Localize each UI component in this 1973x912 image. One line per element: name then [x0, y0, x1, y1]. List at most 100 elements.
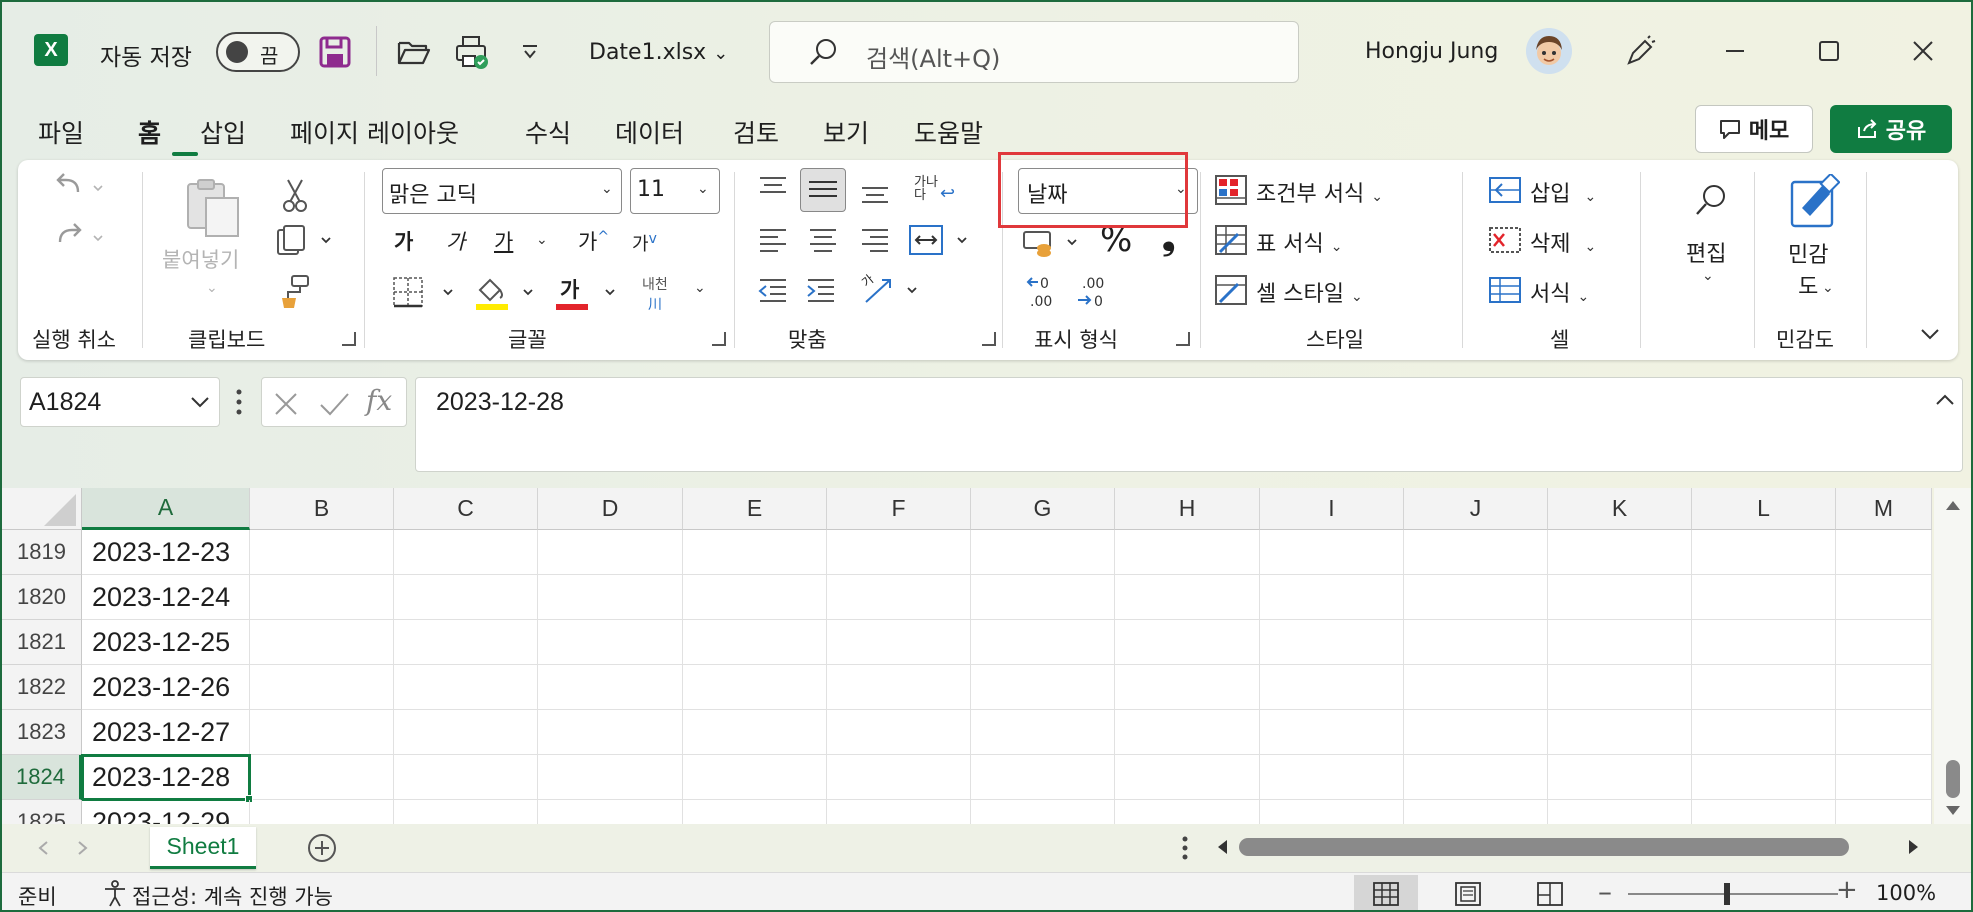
cell-empty[interactable]	[827, 575, 971, 620]
cell-empty[interactable]	[1836, 575, 1932, 620]
merge-center-icon[interactable]	[908, 222, 978, 264]
cell-empty[interactable]	[971, 665, 1115, 710]
cell-empty[interactable]	[1115, 710, 1260, 755]
copy-icon[interactable]	[276, 224, 336, 264]
print-preview-icon[interactable]	[452, 32, 492, 72]
cell-empty[interactable]	[250, 530, 394, 575]
grow-font-button[interactable]: 가^	[578, 226, 609, 256]
column-header-b[interactable]: B	[250, 488, 394, 530]
cut-icon[interactable]	[280, 178, 310, 220]
cell-empty[interactable]	[394, 800, 538, 824]
tab-file[interactable]: 파일	[38, 114, 84, 150]
column-header-e[interactable]: E	[683, 488, 827, 530]
scroll-down-icon[interactable]	[1944, 804, 1962, 818]
delete-cells-icon[interactable]	[1488, 224, 1522, 262]
column-header-d[interactable]: D	[538, 488, 683, 530]
cell-empty[interactable]	[1692, 665, 1836, 710]
column-header-j[interactable]: J	[1404, 488, 1548, 530]
zoom-slider-thumb[interactable]	[1724, 883, 1730, 905]
cell-empty[interactable]	[971, 755, 1115, 800]
align-left-icon[interactable]	[756, 224, 792, 264]
insert-function-icon[interactable]: fx	[366, 384, 392, 417]
vertical-scroll-thumb[interactable]	[1946, 760, 1960, 798]
cell-empty[interactable]	[971, 800, 1115, 824]
cell-empty[interactable]	[394, 530, 538, 575]
cancel-icon[interactable]	[272, 390, 300, 418]
format-cells-icon[interactable]	[1488, 274, 1522, 312]
page-break-view-icon[interactable]	[1518, 875, 1582, 910]
cell-empty[interactable]	[538, 800, 683, 824]
cell-empty[interactable]	[1836, 710, 1932, 755]
horizontal-scrollbar[interactable]	[1207, 834, 1927, 860]
cell-empty[interactable]	[971, 710, 1115, 755]
search-box[interactable]: 검색(Alt+Q)	[769, 21, 1299, 83]
phonetic-button[interactable]: 내천 川	[642, 274, 668, 314]
scroll-up-icon[interactable]	[1944, 498, 1962, 512]
filename[interactable]: Date1.xlsx ⌄	[589, 40, 728, 65]
delete-cells-button[interactable]: 삭제 ⌄	[1530, 226, 1596, 258]
increase-indent-icon[interactable]	[804, 274, 840, 314]
cell-empty[interactable]	[394, 620, 538, 665]
cell-empty[interactable]	[1404, 665, 1548, 710]
cell-empty[interactable]	[1115, 620, 1260, 665]
column-header-f[interactable]: F	[827, 488, 971, 530]
accessibility-icon[interactable]	[100, 879, 130, 909]
collapse-formula-icon[interactable]	[1934, 392, 1956, 408]
cell-empty[interactable]	[1548, 710, 1692, 755]
cell-empty[interactable]	[538, 620, 683, 665]
sheet-tab-sheet1[interactable]: Sheet1	[150, 827, 256, 869]
cell-empty[interactable]	[1836, 620, 1932, 665]
align-top-icon[interactable]	[756, 172, 792, 212]
column-header-i[interactable]: I	[1260, 488, 1404, 530]
paste-icon[interactable]	[184, 178, 244, 246]
row-header[interactable]: 1824	[2, 755, 82, 800]
cell-empty[interactable]	[1692, 710, 1836, 755]
row-header[interactable]: 1819	[2, 530, 82, 575]
next-sheet-icon[interactable]	[76, 840, 90, 856]
cell-styles-icon[interactable]	[1214, 274, 1248, 312]
zoom-slider[interactable]	[1628, 893, 1838, 895]
customize-icon[interactable]	[510, 32, 550, 72]
conditional-format-icon[interactable]	[1214, 174, 1248, 212]
increase-decimal-icon[interactable]: 0.00	[1024, 276, 1064, 316]
cell-empty[interactable]	[1260, 755, 1404, 800]
cell-empty[interactable]	[1692, 755, 1836, 800]
cell-empty[interactable]	[1404, 755, 1548, 800]
cell-empty[interactable]	[250, 575, 394, 620]
cell-empty[interactable]	[1548, 620, 1692, 665]
zoom-in-button[interactable]: +	[1836, 875, 1858, 905]
cell-empty[interactable]	[1404, 530, 1548, 575]
cell-empty[interactable]	[1260, 665, 1404, 710]
tab-formulas[interactable]: 수식	[525, 114, 571, 150]
tab-review[interactable]: 검토	[733, 114, 779, 150]
cell-empty[interactable]	[1115, 800, 1260, 824]
cell-empty[interactable]	[971, 530, 1115, 575]
cell-empty[interactable]	[1115, 575, 1260, 620]
clipboard-launcher-icon[interactable]	[342, 332, 356, 346]
prev-sheet-icon[interactable]	[36, 840, 50, 856]
tab-help[interactable]: 도움말	[914, 114, 983, 150]
tab-view[interactable]: 보기	[823, 114, 869, 150]
cell-empty[interactable]	[1548, 800, 1692, 824]
insert-cells-button[interactable]: 삽입 ⌄	[1530, 176, 1596, 208]
wrap-text-button[interactable]: 가나다 ↩	[914, 176, 955, 203]
column-header-l[interactable]: L	[1692, 488, 1836, 530]
accessibility-status[interactable]: 접근성: 계속 진행 가능	[132, 881, 333, 910]
cell-empty[interactable]	[683, 800, 827, 824]
column-header-c[interactable]: C	[394, 488, 538, 530]
shrink-font-button[interactable]: 가v	[632, 230, 657, 256]
cell-empty[interactable]	[1404, 710, 1548, 755]
cell-empty[interactable]	[250, 710, 394, 755]
page-layout-view-icon[interactable]	[1436, 875, 1500, 910]
cell-empty[interactable]	[1260, 620, 1404, 665]
accounting-format-icon[interactable]	[1022, 226, 1086, 266]
cell-empty[interactable]	[538, 755, 683, 800]
row-header[interactable]: 1822	[2, 665, 82, 710]
underline-button[interactable]: 가	[494, 226, 513, 256]
table-format-button[interactable]: 표 서식 ⌄	[1256, 226, 1342, 258]
cell-a[interactable]: 2023-12-29	[82, 800, 250, 824]
cell-empty[interactable]	[683, 755, 827, 800]
cell-empty[interactable]	[1548, 530, 1692, 575]
cell-empty[interactable]	[827, 755, 971, 800]
font-color-icon[interactable]: 가	[554, 274, 624, 318]
